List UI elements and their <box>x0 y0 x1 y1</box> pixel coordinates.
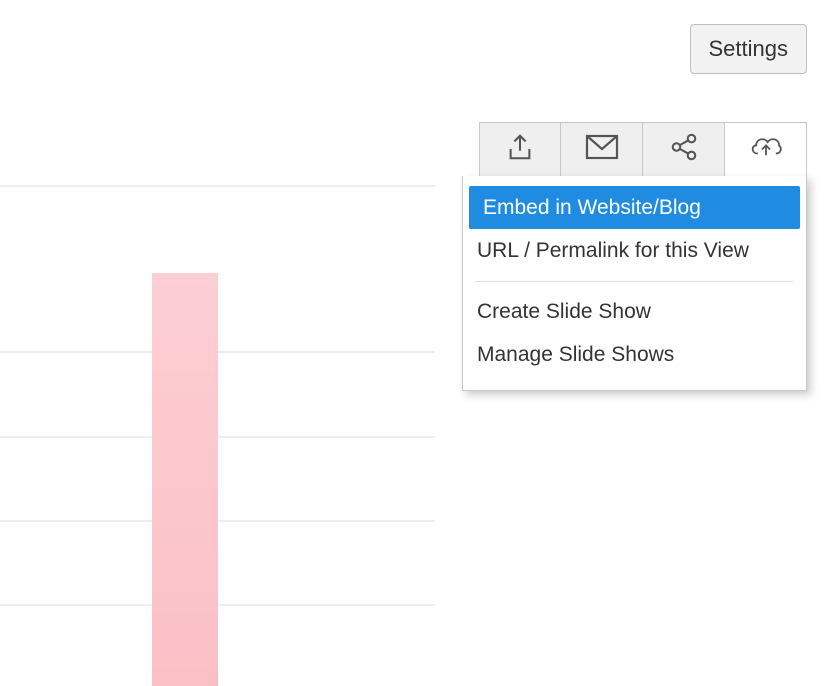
tab-email[interactable] <box>561 122 643 177</box>
export-icon <box>505 132 535 167</box>
share-icon <box>668 132 700 167</box>
email-icon <box>585 132 619 167</box>
settings-label: Settings <box>709 36 789 62</box>
settings-button[interactable]: Settings <box>690 24 808 74</box>
menu-item-label: Create Slide Show <box>477 300 651 323</box>
menu-manage-slideshows[interactable]: Manage Slide Shows <box>463 333 806 376</box>
menu-divider <box>475 281 794 282</box>
menu-item-label: Manage Slide Shows <box>477 343 674 366</box>
menu-permalink[interactable]: URL / Permalink for this View <box>463 229 806 272</box>
chart-bar <box>152 273 218 686</box>
chart-area <box>0 0 435 686</box>
menu-create-slideshow[interactable]: Create Slide Show <box>463 290 806 333</box>
menu-item-label: URL / Permalink for this View <box>477 239 749 262</box>
publish-menu: Embed in Website/Blog URL / Permalink fo… <box>462 176 807 391</box>
tab-share[interactable] <box>643 122 725 177</box>
publish-toolbar <box>479 122 807 177</box>
tab-publish[interactable] <box>725 122 807 177</box>
tab-export[interactable] <box>479 122 561 177</box>
gridline <box>0 185 435 187</box>
menu-item-label: Embed in Website/Blog <box>483 196 701 219</box>
menu-embed[interactable]: Embed in Website/Blog <box>469 186 800 229</box>
publish-icon <box>748 132 784 167</box>
